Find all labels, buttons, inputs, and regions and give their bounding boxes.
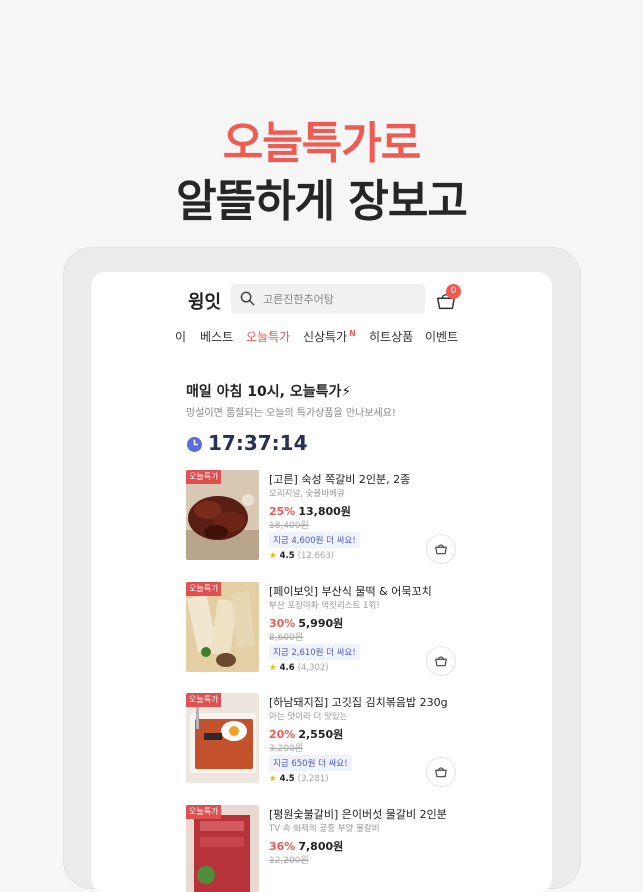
product-description: 부산 포장마차 먹킷리스트 1위! [269, 601, 380, 611]
sale-price: 2,550원 [298, 728, 344, 741]
clock-icon [187, 437, 202, 452]
section-title: 매일 아침 10시, 오늘특가⚡ [186, 384, 352, 400]
product-name[interactable]: [페이보잇] 부산식 물떡 & 어묵꼬치 [269, 583, 432, 599]
savings-badge: 지금 4,600원 더 싸요! [269, 532, 360, 548]
discount-rate: 36% [269, 840, 296, 853]
tab-today-deal[interactable]: 오늘특가 [246, 328, 290, 345]
product-description: 아는 맛이라 더 맛있는 [269, 712, 348, 722]
product-name[interactable]: [평원숯불갈비] 은이버섯 물갈비 2인분 [269, 806, 447, 822]
review-count: (12,663) [297, 551, 334, 561]
cart-icon [435, 767, 447, 778]
original-price: 12,200원 [269, 856, 309, 866]
hero-headline-1: 오늘특가로 [222, 118, 421, 169]
cart-icon [435, 656, 447, 667]
price-row: 36% 7,800원 [269, 838, 343, 854]
category-tabs: 이 베스트 오늘특가 신상특가 N 히트상품 이벤트 [91, 328, 552, 350]
today-deal-tag: 오늘특가 [186, 805, 222, 819]
product-name[interactable]: [고른] 숙성 쪽갈비 2인분, 2종 [269, 471, 410, 487]
discount-rate: 20% [269, 728, 296, 741]
tab-event[interactable]: 이벤트 [425, 328, 458, 345]
product-description: TV 속 화제의 공중 부양 물갈비 [269, 824, 380, 834]
app-screen: 윙잇 고른진한추어탕 0 이 베스트 오늘특가 신상특가 N 히트상품 이벤트 매… [91, 272, 552, 892]
original-price: 3,200원 [269, 744, 304, 754]
tab-new-deal[interactable]: 신상특가 N [303, 328, 356, 345]
tab-new-deal-label: 신상특가 [303, 330, 348, 344]
star-icon: ★ [269, 551, 277, 561]
rating-value: 4.5 [279, 774, 295, 784]
rating-value: 4.5 [279, 551, 295, 561]
review-count: (4,302) [297, 663, 329, 673]
sale-price: 7,800원 [298, 840, 344, 853]
review-count: (3,281) [297, 774, 329, 784]
product-image[interactable]: 오늘특가 [186, 693, 259, 783]
today-deal-tag: 오늘특가 [186, 582, 222, 596]
product-card[interactable]: 오늘특가 [평원숯불갈비] 은이버섯 물갈비 2인분 TV 속 화제의 공중 부… [186, 805, 457, 892]
add-to-cart-button[interactable] [426, 757, 456, 787]
new-badge: N [349, 329, 356, 338]
product-description: 오리지널, 숯불바베큐 [269, 489, 345, 499]
rating: ★ 4.5 (12,663) [269, 551, 334, 561]
today-deal-tag: 오늘특가 [186, 470, 222, 484]
discount-rate: 30% [269, 617, 296, 630]
product-image[interactable]: 오늘특가 [186, 805, 259, 892]
section-subtitle: 망설이면 품절되는 오늘의 특가상품을 만나보세요! [186, 408, 396, 419]
app-logo[interactable]: 윙잇 [188, 288, 221, 314]
add-to-cart-button[interactable] [426, 534, 456, 564]
star-icon: ★ [269, 774, 277, 784]
search-input[interactable]: 고른진한추어탕 [231, 284, 425, 314]
tab-partial[interactable]: 이 [175, 328, 186, 345]
product-image[interactable]: 오늘특가 [186, 470, 259, 560]
search-icon [240, 291, 255, 306]
original-price: 18,400원 [269, 521, 309, 531]
product-card[interactable]: 오늘특가 [페이보잇] 부산식 물떡 & 어묵꼬치 부산 포장마차 먹킷리스트 … [186, 582, 457, 676]
price-row: 20% 2,550원 [269, 726, 343, 742]
price-row: 25% 13,800원 [269, 503, 351, 519]
price-row: 30% 5,990원 [269, 615, 343, 631]
tab-hit-products[interactable]: 히트상품 [369, 328, 413, 345]
discount-rate: 25% [269, 505, 296, 518]
savings-badge: 지금 650원 더 싸요! [269, 755, 352, 771]
rating-value: 4.6 [279, 663, 295, 673]
star-icon: ★ [269, 663, 277, 673]
sale-price: 13,800원 [298, 505, 351, 518]
cart-icon [435, 544, 447, 555]
add-to-cart-button[interactable] [426, 646, 456, 676]
cart-count-badge: 0 [446, 284, 461, 299]
search-placeholder: 고른진한추어탕 [263, 293, 334, 306]
sale-price: 5,990원 [298, 617, 344, 630]
rating: ★ 4.6 (4,302) [269, 663, 329, 673]
savings-badge: 지금 2,610원 더 싸요! [269, 644, 360, 660]
product-name[interactable]: [하남돼지집] 고깃집 김치볶음밥 230g [269, 694, 448, 710]
tab-best[interactable]: 베스트 [200, 328, 233, 345]
original-price: 8,600원 [269, 633, 304, 643]
rating: ★ 4.5 (3,281) [269, 774, 329, 784]
product-card[interactable]: 오늘특가 [하남돼지집] 고깃집 김치볶음밥 230g 아는 맛이라 더 맛있는… [186, 693, 457, 787]
today-deal-tag: 오늘특가 [186, 693, 222, 707]
hero-headline-2: 알뜰하게 장보고 [176, 176, 468, 227]
product-card[interactable]: 오늘특가 [고른] 숙성 쪽갈비 2인분, 2종 오리지널, 숯불바베큐 25%… [186, 470, 457, 564]
countdown-timer: 17:37:14 [208, 431, 308, 455]
product-image[interactable]: 오늘특가 [186, 582, 259, 672]
